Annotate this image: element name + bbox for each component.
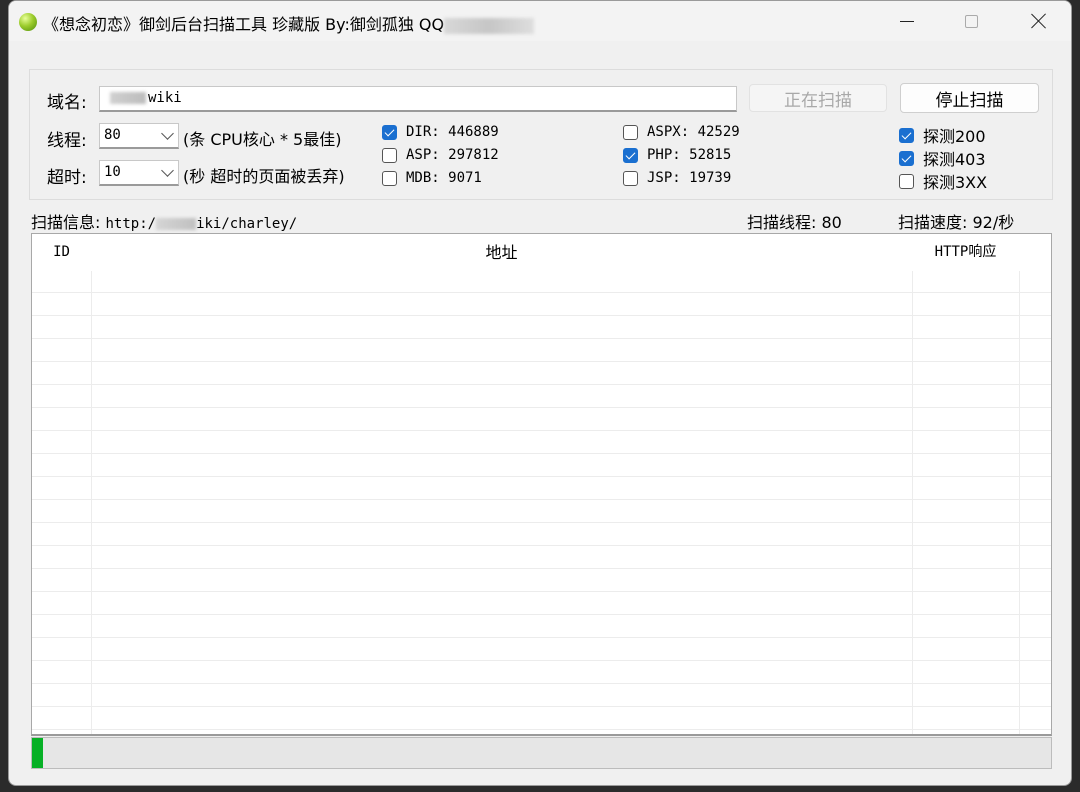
scan-info: 扫描信息: http:/iki/charley/ xyxy=(31,213,298,232)
column-header-http-response[interactable]: HTTP响应 xyxy=(912,234,1019,271)
progress-fill xyxy=(32,738,44,768)
threads-label: 线程: xyxy=(47,131,87,151)
timeout-select[interactable]: 10 xyxy=(99,160,179,186)
checkbox-icon xyxy=(623,170,638,186)
title-bar[interactable]: 《想念初恋》御剑后台扫描工具 珍藏版 By:御剑孤独 QQ xyxy=(9,1,1071,41)
redacted-domain xyxy=(110,92,146,104)
dict-jsp-checkbox[interactable]: JSP: 19739 xyxy=(623,170,731,186)
dict-dir-checkbox[interactable]: DIR: 446889 xyxy=(382,124,499,140)
scan-speed-status: 扫描速度: 92/秒 xyxy=(898,213,1015,232)
maximize-icon xyxy=(964,14,978,28)
window-title: 《想念初恋》御剑后台扫描工具 珍藏版 By:御剑孤独 QQ xyxy=(43,11,535,35)
probe-200-checkbox[interactable]: 探测200 xyxy=(899,123,986,147)
redacted-qq xyxy=(444,17,535,34)
scan-threads-status: 扫描线程: 80 xyxy=(747,213,842,232)
column-header-address[interactable]: 地址 xyxy=(91,234,912,271)
checkbox-icon xyxy=(899,127,914,143)
checkbox-icon xyxy=(899,173,914,189)
domain-label: 域名: xyxy=(47,93,87,113)
column-header-id[interactable]: ID xyxy=(32,234,91,271)
dict-mdb-checkbox[interactable]: MDB: 9071 xyxy=(382,170,482,186)
probe-3xx-checkbox[interactable]: 探测3XX xyxy=(899,169,987,193)
chevron-down-icon xyxy=(161,127,174,140)
checkbox-icon xyxy=(382,170,397,186)
scan-button[interactable]: 正在扫描 xyxy=(749,84,887,112)
redacted-url xyxy=(156,217,197,230)
app-icon xyxy=(19,13,37,31)
table-header: ID 地址 HTTP响应 xyxy=(32,234,1051,271)
minimize-button[interactable] xyxy=(877,1,937,41)
checkbox-icon xyxy=(382,147,397,163)
domain-input[interactable]: wiki xyxy=(99,86,737,112)
threads-select[interactable]: 80 xyxy=(99,123,179,149)
checkbox-icon xyxy=(899,150,914,166)
main-window: 《想念初恋》御剑后台扫描工具 珍藏版 By:御剑孤独 QQ 域名: wiki 正… xyxy=(8,0,1072,786)
close-button[interactable] xyxy=(1009,1,1069,41)
dict-php-checkbox[interactable]: PHP: 52815 xyxy=(623,147,731,163)
minimize-icon xyxy=(900,20,914,22)
stop-scan-button[interactable]: 停止扫描 xyxy=(900,83,1039,113)
dict-asp-checkbox[interactable]: ASP: 297812 xyxy=(382,147,499,163)
dict-aspx-checkbox[interactable]: ASPX: 42529 xyxy=(623,124,740,140)
close-icon xyxy=(1031,13,1047,29)
checkbox-icon xyxy=(382,124,397,140)
checkbox-icon xyxy=(623,124,638,140)
timeout-label: 超时: xyxy=(47,168,87,188)
probe-403-checkbox[interactable]: 探测403 xyxy=(899,146,986,170)
threads-hint: (条 CPU核心 * 5最佳) xyxy=(183,130,342,149)
checkbox-icon xyxy=(623,147,638,163)
timeout-hint: (秒 超时的页面被丢弃) xyxy=(183,167,345,186)
scan-progress-bar xyxy=(31,737,1052,769)
chevron-down-icon xyxy=(161,164,174,177)
maximize-button[interactable] xyxy=(941,1,1001,41)
results-table[interactable]: ID 地址 HTTP响应 xyxy=(31,233,1052,736)
